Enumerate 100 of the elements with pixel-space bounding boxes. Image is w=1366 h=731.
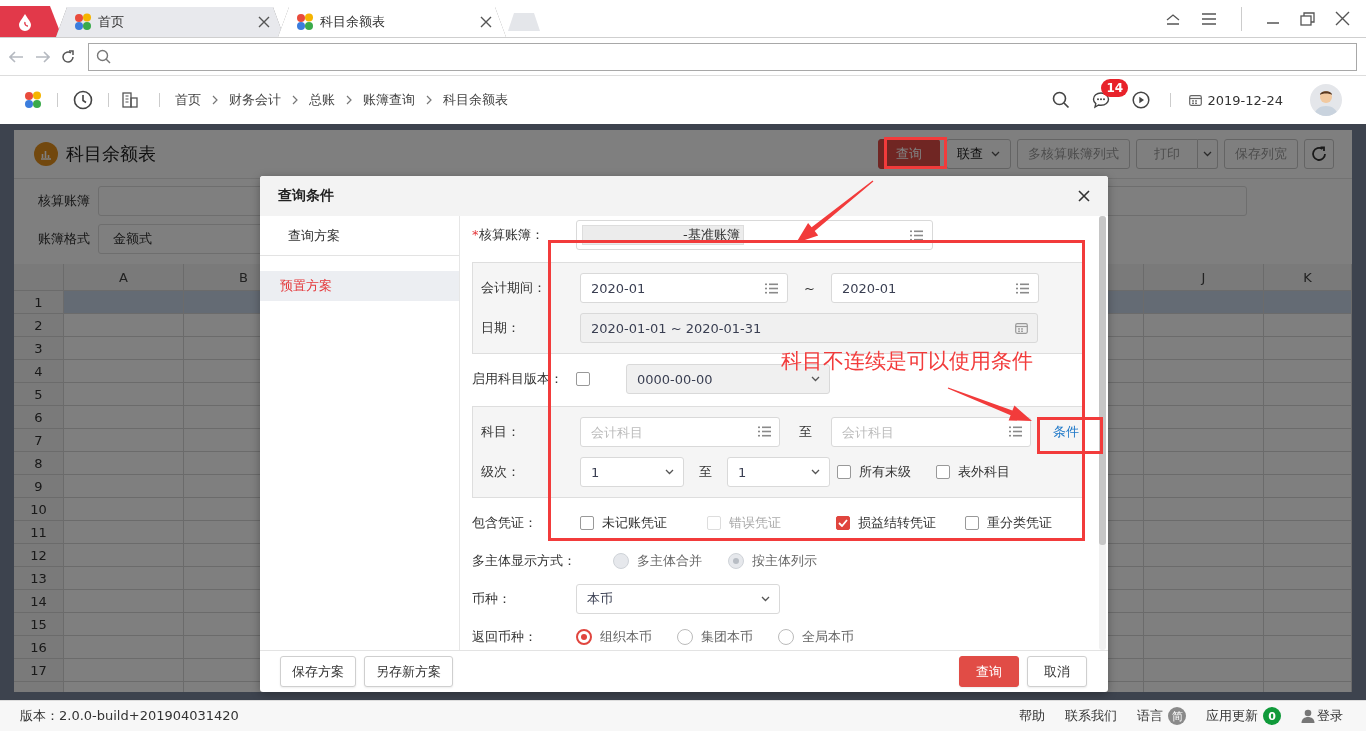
list-icon[interactable] [1016, 282, 1029, 294]
list-icon[interactable] [758, 426, 771, 437]
row-number: 9 [14, 475, 64, 498]
back-arrow-icon[interactable] [9, 50, 24, 63]
refresh-icon [1311, 146, 1327, 162]
dialog-button[interactable]: 取消 [1027, 656, 1087, 687]
close-icon[interactable] [1078, 190, 1090, 202]
checkbox[interactable] [837, 465, 851, 479]
checkbox[interactable] [936, 465, 950, 479]
search-icon[interactable] [1052, 91, 1071, 109]
table-cell[interactable] [1264, 383, 1352, 406]
table-cell[interactable] [1264, 291, 1352, 314]
row-number: 8 [14, 452, 64, 475]
condition-link[interactable]: 条件 [1053, 423, 1079, 441]
restore-icon[interactable] [1300, 11, 1315, 26]
breadcrumb-link[interactable]: 财务会计 [229, 91, 281, 109]
avatar[interactable] [1310, 84, 1342, 116]
close-icon[interactable] [1335, 11, 1350, 26]
close-icon[interactable] [480, 16, 492, 28]
calendar-icon[interactable] [1189, 94, 1203, 106]
list-icon[interactable] [1009, 426, 1022, 437]
status-link[interactable]: 应用更新 [1206, 707, 1258, 725]
dialog-button[interactable]: 保存方案 [280, 656, 356, 687]
breadcrumb-link[interactable]: 总账 [309, 91, 335, 109]
table-cell[interactable] [64, 314, 184, 337]
status-link[interactable]: 语言 [1137, 707, 1163, 725]
checkbox[interactable] [580, 516, 594, 530]
breadcrumb-link[interactable]: 科目余额表 [443, 91, 508, 109]
table-cell[interactable] [1264, 406, 1352, 429]
table-cell[interactable] [1264, 590, 1352, 613]
table-cell[interactable] [1264, 636, 1352, 659]
breadcrumb-link[interactable]: 首页 [175, 91, 201, 109]
notification-badge: 14 [1101, 79, 1129, 97]
list-icon[interactable] [765, 282, 778, 294]
table-cell[interactable] [1264, 544, 1352, 567]
row-number: 11 [14, 521, 64, 544]
menu-icon[interactable] [1201, 12, 1217, 25]
table-cell[interactable] [1144, 314, 1264, 337]
period-field[interactable]: 2020-01 [580, 273, 788, 303]
caret-down-icon [811, 376, 820, 382]
currency-select[interactable]: 本币 [576, 584, 780, 614]
person-icon [1301, 709, 1315, 723]
address-field[interactable] [88, 42, 1357, 71]
period-field[interactable]: 2020-01 [831, 273, 1039, 303]
status-link[interactable]: 帮助 [1019, 707, 1045, 725]
play-icon[interactable] [1132, 91, 1151, 109]
app-logo [24, 91, 42, 109]
dialog-title: 查询条件 [278, 187, 334, 205]
dropdown-toggle[interactable] [1198, 139, 1218, 169]
subject-field[interactable]: 会计科目 [831, 417, 1031, 447]
table-cell[interactable] [1264, 452, 1352, 475]
table-cell[interactable] [1264, 498, 1352, 521]
checkbox[interactable] [965, 516, 979, 530]
highlight-frame [884, 137, 947, 169]
date-text: 2019-12-24 [1207, 92, 1283, 108]
chat-icon[interactable] [1092, 91, 1111, 109]
table-cell[interactable] [1264, 521, 1352, 544]
clock-icon[interactable] [73, 90, 93, 110]
login-link[interactable]: 登录 [1317, 707, 1343, 725]
table-cell[interactable] [1144, 291, 1264, 314]
table-cell[interactable] [1264, 360, 1352, 383]
table-cell[interactable] [1264, 475, 1352, 498]
building-icon[interactable] [122, 92, 138, 108]
reload-icon[interactable] [61, 49, 75, 64]
row-number: 1 [14, 291, 64, 314]
table-cell[interactable] [1264, 659, 1352, 682]
radio-button[interactable] [778, 629, 794, 645]
level-select[interactable]: 1 [727, 457, 830, 487]
dialog-button[interactable]: 查询 [959, 656, 1019, 687]
table-cell[interactable] [1264, 337, 1352, 360]
radio-button[interactable] [677, 629, 693, 645]
dropdown-button[interactable]: 联查 [946, 139, 1011, 169]
caret-down-icon [811, 469, 820, 475]
list-icon[interactable] [910, 229, 923, 241]
forward-arrow-icon[interactable] [35, 50, 50, 63]
table-cell[interactable] [1264, 429, 1352, 452]
checkbox[interactable] [836, 516, 850, 530]
column-header: J [1144, 264, 1264, 291]
table-cell[interactable] [64, 291, 184, 314]
check-mark [838, 519, 848, 527]
refresh-button[interactable] [1304, 139, 1334, 169]
dialog-button[interactable]: 另存新方案 [364, 656, 453, 687]
caret-down-icon [761, 596, 770, 602]
ledger-tag: -基准账簿 [582, 225, 744, 245]
level-select[interactable]: 1 [580, 457, 684, 487]
chevron-up-icon[interactable] [1165, 12, 1181, 25]
search-icon [96, 49, 111, 64]
subject-field[interactable]: 会计科目 [580, 417, 780, 447]
field-label: 科目： [481, 423, 521, 441]
table-cell[interactable] [1264, 613, 1352, 636]
new-tab-button[interactable] [508, 13, 540, 31]
table-cell[interactable] [1264, 567, 1352, 590]
breadcrumb-link[interactable]: 账簿查询 [363, 91, 415, 109]
scheme-item[interactable]: 预置方案 [260, 271, 459, 301]
field-label: 包含凭证： [472, 514, 538, 532]
radio-button[interactable] [576, 629, 592, 645]
range-separator: ~ [803, 280, 816, 296]
table-cell[interactable] [1264, 314, 1352, 337]
status-link[interactable]: 联系我们 [1065, 707, 1117, 725]
close-icon[interactable] [258, 16, 270, 28]
